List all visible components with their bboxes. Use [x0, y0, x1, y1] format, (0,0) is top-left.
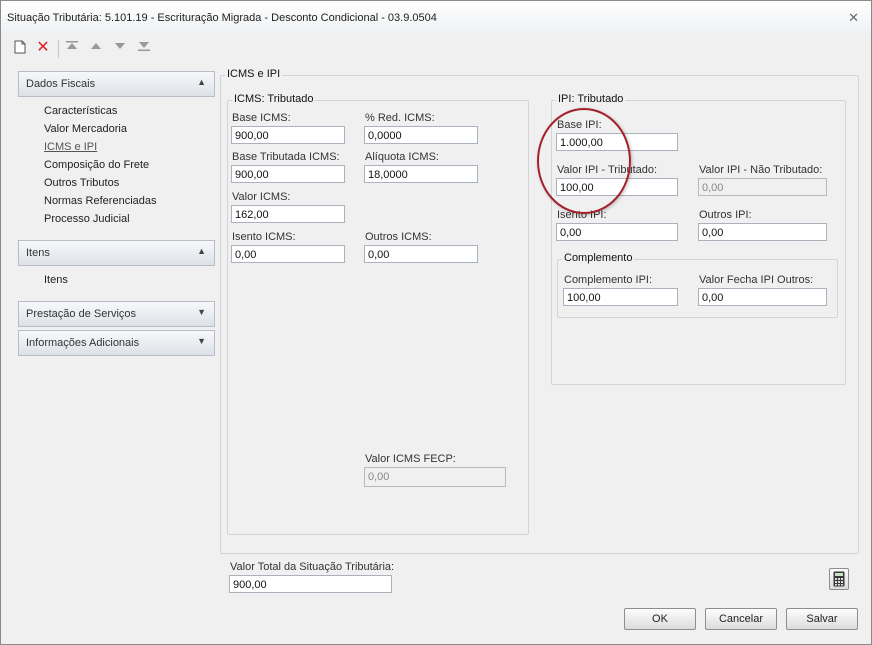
accordion-label: Informações Adicionais	[26, 337, 140, 349]
group-title: ICMS e IPI	[225, 68, 283, 80]
fecp-label: Valor ICMS FECP:	[365, 453, 456, 465]
complemento-ipi-label: Complemento IPI:	[564, 274, 653, 286]
accordion-label: Dados Fiscais	[26, 78, 96, 90]
valor-icms-label: Valor ICMS:	[232, 191, 291, 203]
icms-title: ICMS: Tributado	[232, 93, 316, 105]
accordion-dados-fiscais[interactable]: Dados Fiscais ▲	[18, 71, 215, 97]
outros-icms-field[interactable]: 0,00	[364, 245, 478, 263]
sidebar-item-caracteristicas[interactable]: Características	[44, 105, 117, 117]
valor-icms-field[interactable]: 162,00	[231, 205, 345, 223]
calculator-icon	[833, 571, 845, 590]
sidebar-item-icms-ipi[interactable]: ICMS e IPI	[44, 141, 97, 153]
red-icms-field[interactable]: 0,0000	[364, 126, 478, 144]
base-icms-label: Base ICMS:	[232, 112, 291, 124]
new-icon[interactable]	[12, 40, 28, 56]
highlight-circle	[537, 108, 631, 214]
base-tributada-field[interactable]: 900,00	[231, 165, 345, 183]
outros-icms-label: Outros ICMS:	[365, 231, 432, 243]
chevron-up-icon: ▲	[197, 77, 206, 87]
toolbar-separator	[58, 40, 59, 58]
title-bar: Situação Tributária: 5.101.19 - Escritur…	[1, 1, 871, 35]
accordion-label: Prestação de Serviços	[26, 308, 137, 320]
outros-ipi-field[interactable]: 0,00	[698, 223, 827, 241]
calculator-button[interactable]	[829, 568, 849, 590]
complemento-ipi-field[interactable]: 100,00	[563, 288, 678, 306]
red-icms-label: % Red. ICMS:	[365, 112, 435, 124]
accordion-label: Itens	[26, 247, 50, 259]
down-icon[interactable]	[112, 40, 128, 56]
window-title: Situação Tributária: 5.101.19 - Escritur…	[7, 12, 437, 24]
ok-button[interactable]: OK	[624, 608, 696, 630]
isento-icms-field[interactable]: 0,00	[231, 245, 345, 263]
close-icon[interactable]: ✕	[848, 10, 859, 26]
valor-ipi-nao-tributado-label: Valor IPI - Não Tributado:	[699, 164, 823, 176]
ipi-title: IPI: Tributado	[556, 93, 626, 105]
delete-icon[interactable]: ✕	[35, 40, 51, 56]
sidebar-item-processo[interactable]: Processo Judicial	[44, 213, 130, 225]
valor-ipi-nao-tributado-field: 0,00	[698, 178, 827, 196]
accordion-informacoes[interactable]: Informações Adicionais ▼	[18, 330, 215, 356]
total-field[interactable]: 900,00	[229, 575, 392, 593]
valor-fecha-ipi-label: Valor Fecha IPI Outros:	[699, 274, 814, 286]
chevron-down-icon: ▼	[197, 336, 206, 346]
valor-fecha-ipi-field[interactable]: 0,00	[698, 288, 827, 306]
aliquota-icms-label: Alíquota ICMS:	[365, 151, 439, 163]
sidebar-item-normas[interactable]: Normas Referenciadas	[44, 195, 157, 207]
fecp-field: 0,00	[364, 467, 506, 487]
up-icon[interactable]	[88, 40, 104, 56]
sidebar-item-outros-tributos[interactable]: Outros Tributos	[44, 177, 119, 189]
accordion-itens[interactable]: Itens ▲	[18, 240, 215, 266]
dialog-window: Situação Tributária: 5.101.19 - Escritur…	[0, 0, 872, 645]
sidebar-item-valor-mercadoria[interactable]: Valor Mercadoria	[44, 123, 127, 135]
base-tributada-label: Base Tributada ICMS:	[232, 151, 340, 163]
total-label: Valor Total da Situação Tributária:	[230, 561, 395, 573]
isento-icms-label: Isento ICMS:	[232, 231, 296, 243]
chevron-down-icon: ▼	[197, 307, 206, 317]
outros-ipi-label: Outros IPI:	[699, 209, 752, 221]
sidebar-item-itens[interactable]: Itens	[44, 274, 68, 286]
sidebar-item-composicao-frete[interactable]: Composição do Frete	[44, 159, 149, 171]
cancel-button[interactable]: Cancelar	[705, 608, 777, 630]
base-icms-field[interactable]: 900,00	[231, 126, 345, 144]
isento-ipi-field[interactable]: 0,00	[556, 223, 678, 241]
complemento-title: Complemento	[562, 252, 635, 264]
toolbar: ✕	[1, 35, 871, 63]
first-icon[interactable]	[64, 40, 80, 56]
accordion-prestacao[interactable]: Prestação de Serviços ▼	[18, 301, 215, 327]
last-icon[interactable]	[136, 40, 152, 56]
chevron-up-icon: ▲	[197, 246, 206, 256]
aliquota-icms-field[interactable]: 18,0000	[364, 165, 478, 183]
save-button[interactable]: Salvar	[786, 608, 858, 630]
